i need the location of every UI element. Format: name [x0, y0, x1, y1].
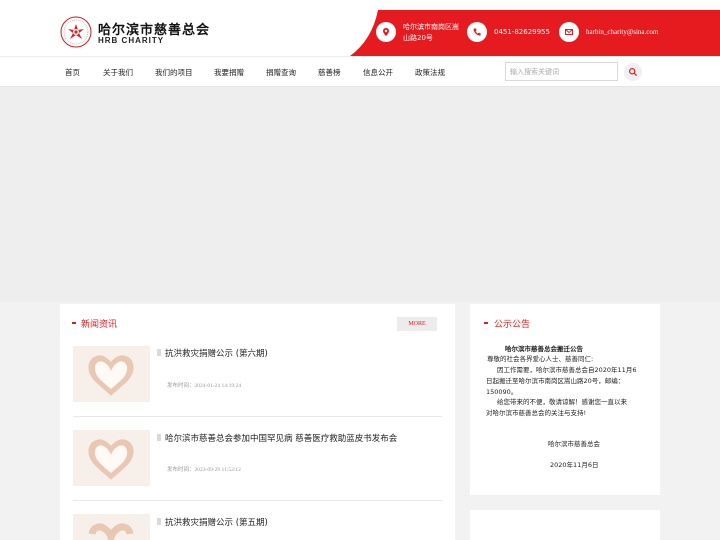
- news-thumbnail-hands-heart[interactable]: [73, 430, 150, 486]
- news-bullet: [157, 349, 161, 356]
- news-item-title[interactable]: 抗洪救灾捐赠公示 (第五期): [165, 516, 268, 528]
- nav-item-home[interactable]: 首页: [65, 67, 80, 78]
- news-item-date: 发布时间：2023-09-29 11:52:12: [167, 467, 241, 473]
- site-header: 哈尔滨市慈善总会 HRB CHARITY 哈尔滨市南岗区嵩 山路20号 0451…: [0, 0, 720, 56]
- address-line-2: 山路20号: [403, 34, 433, 42]
- notice-date: 2020年11月6日: [550, 461, 599, 469]
- nav-item-charity-list[interactable]: 慈善榜: [318, 67, 341, 78]
- nav-item-policy[interactable]: 政策法规: [415, 67, 445, 78]
- notice-line: 因工作需要，哈尔滨市慈善总会自2020年11月6: [497, 366, 637, 374]
- phone-number: 0451-82629955: [494, 28, 550, 36]
- logo-english-name: HRB CHARITY: [98, 36, 165, 45]
- secondary-panel: [470, 510, 660, 540]
- search-button[interactable]: [624, 63, 642, 81]
- news-divider: [73, 416, 442, 417]
- nav-item-donation-query[interactable]: 捐赠查询: [266, 67, 296, 78]
- nav-item-about[interactable]: 关于我们: [103, 67, 133, 78]
- news-item-title[interactable]: 抗洪救灾捐赠公示 (第六期): [165, 347, 268, 359]
- location-icon: [376, 22, 396, 42]
- hero-banner: [0, 87, 720, 302]
- news-bullet: [157, 434, 161, 441]
- notice-line: 尊敬的社会各界爱心人士、慈善同仁:: [487, 355, 594, 363]
- news-item-date: 发布时间：2024-01-24 14:19:24: [167, 383, 242, 389]
- nav-item-disclosure[interactable]: 信息公开: [363, 67, 393, 78]
- news-item-title[interactable]: 哈尔滨市慈善总会参加中国罕见病 慈善医疗救助蓝皮书发布会: [165, 432, 397, 444]
- news-title-marker: [72, 322, 76, 324]
- news-bullet: [157, 518, 161, 525]
- news-thumbnail-hands-heart[interactable]: [73, 514, 150, 540]
- news-panel: [60, 304, 455, 540]
- news-section-title: 新闻资讯: [81, 320, 118, 330]
- address-line-1: 哈尔滨市南岗区嵩: [403, 23, 459, 31]
- news-divider: [73, 500, 442, 501]
- notice-line: 日起搬迁至哈尔滨市南岗区嵩山路20号，邮编：: [486, 377, 625, 385]
- email-address: harbin_charity@sina.com: [586, 28, 659, 36]
- notice-heading: 哈尔滨市慈善总会搬迁公告: [505, 345, 583, 353]
- search-input[interactable]: [505, 62, 618, 81]
- nav-item-projects[interactable]: 我们的项目: [155, 67, 193, 78]
- notice-line: 给您带来的不便，敬请谅解！感谢您一直以来: [497, 398, 627, 406]
- notice-title-marker: [484, 322, 488, 324]
- news-thumbnail-hands-heart[interactable]: [73, 346, 150, 402]
- news-more-button[interactable]: MORE: [397, 317, 437, 331]
- notice-signature: 哈尔滨市慈善总会: [548, 440, 600, 448]
- notice-line: 150090。: [486, 388, 518, 396]
- search-icon: [628, 67, 638, 77]
- email-icon: [559, 22, 579, 42]
- main-navigation: 首页 关于我们 我们的项目 我要捐赠 捐赠查询 慈善榜 信息公开 政策法规: [0, 56, 720, 87]
- nav-item-donate[interactable]: 我要捐赠: [214, 67, 244, 78]
- notice-section-title: 公示公告: [494, 320, 531, 330]
- notice-line: 对哈尔滨市慈善总会的关注与支持!: [486, 409, 587, 417]
- charity-logo-icon[interactable]: [60, 16, 92, 48]
- phone-icon: [467, 22, 487, 42]
- address-text: 哈尔滨市南岗区嵩 山路20号: [403, 22, 459, 44]
